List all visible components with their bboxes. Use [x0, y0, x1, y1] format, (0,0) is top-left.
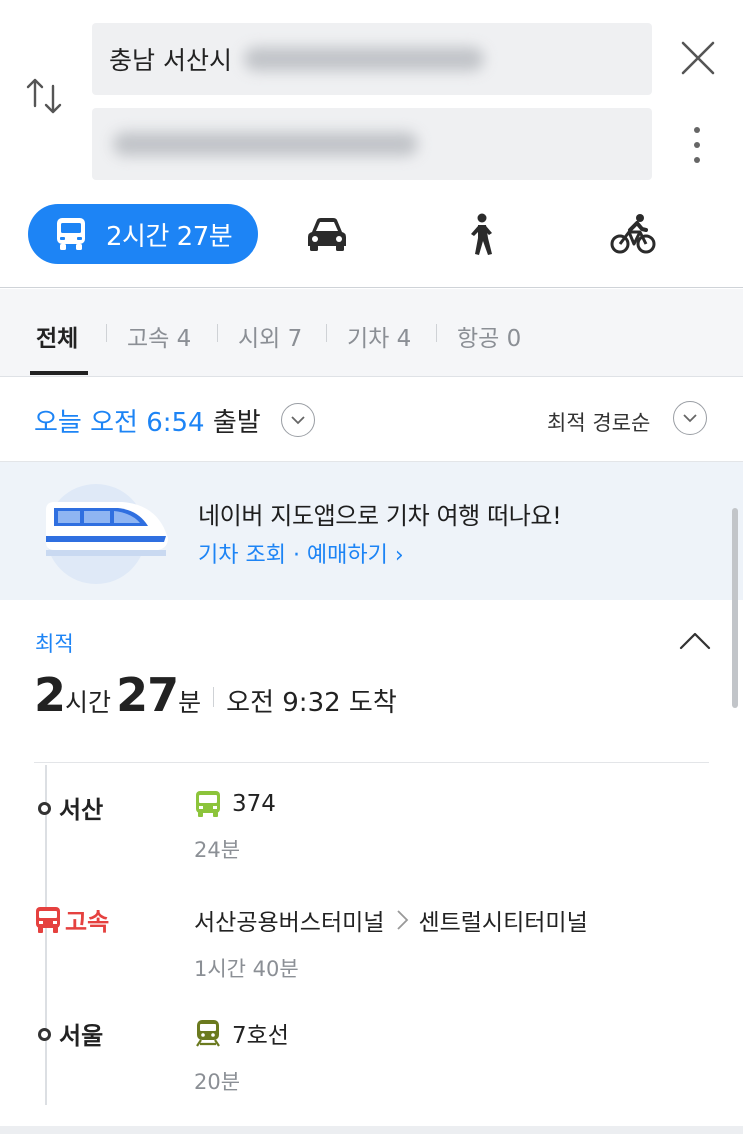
destination-field[interactable] [92, 108, 652, 180]
sort-dropdown-button[interactable] [673, 401, 707, 435]
tab-train[interactable]: 기차 4 [347, 319, 411, 353]
leg-duration: 1시간 40분 [194, 957, 299, 981]
leg-duration: 24분 [194, 838, 241, 862]
bottom-divider [0, 1126, 743, 1134]
scrollbar[interactable] [732, 508, 738, 708]
chevron-down-icon [291, 415, 305, 424]
route-card[interactable]: 최적 2시간 27분 오전 9:32 도착 서산 374 24분 고속 서산공용… [0, 600, 743, 1134]
route-search-header: 충남 서산시 2시간 27분 [0, 0, 743, 288]
tab-divider [326, 324, 327, 342]
tab-divider [436, 324, 437, 342]
duration-divider [213, 687, 215, 707]
duration-minutes: 27 [116, 668, 179, 722]
redacted-address [243, 47, 484, 71]
duration-minutes-unit: 분 [178, 688, 202, 717]
stop-express: 고속 [35, 902, 109, 937]
tab-divider [106, 324, 107, 342]
bus-icon [196, 791, 220, 817]
banner-title: 네이버 지도앱으로 기차 여행 떠나요! [198, 502, 562, 530]
stop-origin: 서산 [38, 790, 103, 825]
transport-mode-selector: 2시간 27분 [0, 200, 743, 270]
transit-mode-button[interactable]: 2시간 27분 [28, 204, 258, 264]
train-promo-banner[interactable]: 네이버 지도앱으로 기차 여행 떠나요! 기차 조회 · 예매하기 › [0, 462, 743, 600]
bus-icon [57, 218, 85, 250]
departure-options: 오늘 오전 6:54 출발 최적 경로순 [0, 378, 743, 462]
departure-suffix: 출발 [212, 408, 261, 438]
stop-label: 고속 [65, 908, 110, 936]
leg-duration: 20분 [194, 1070, 241, 1094]
origin-field[interactable]: 충남 서산시 [92, 23, 652, 95]
route-duration: 2시간 27분 오전 9:32 도착 [34, 668, 397, 722]
route-divider [34, 762, 709, 763]
stop-label: 서울 [59, 1022, 104, 1050]
tab-divider [217, 324, 218, 342]
transit-duration-label: 2시간 27분 [106, 221, 233, 252]
more-options-icon[interactable] [682, 122, 712, 168]
best-route-badge: 최적 [35, 632, 74, 656]
chevron-up-icon[interactable] [678, 630, 712, 654]
leg-express-bus[interactable]: 서산공용버스터미널 센트럴시티터미널 1시간 40분 [194, 903, 588, 983]
origin-text: 충남 서산시 [109, 46, 232, 75]
sort-order-label[interactable]: 최적 경로순 [547, 407, 650, 437]
departure-time-selector[interactable]: 오늘 오전 6:54 출발 [34, 402, 261, 439]
leg-subway[interactable]: 7호선 20분 [194, 1016, 289, 1096]
stop-dot-icon [38, 802, 51, 815]
tab-flight[interactable]: 항공 0 [457, 319, 521, 353]
bicycle-icon[interactable] [610, 212, 656, 256]
swap-icon[interactable] [24, 74, 66, 118]
duration-hours: 2 [34, 668, 66, 722]
tab-all[interactable]: 전체 [36, 319, 78, 353]
stop-dot-icon [38, 1028, 51, 1041]
stop-destination: 서울 [38, 1016, 103, 1051]
walk-icon[interactable] [458, 212, 504, 256]
arrival-time: 오전 9:32 도착 [226, 688, 397, 718]
subway-line: 7호선 [232, 1023, 289, 1049]
chevron-right-icon [397, 910, 409, 930]
subway-icon [196, 1020, 220, 1047]
express-bus-icon [36, 907, 60, 933]
close-icon[interactable] [676, 36, 720, 80]
arrival-terminal: 센트럴시티터미널 [418, 910, 588, 936]
train-illustration [46, 484, 168, 584]
chevron-down-icon [683, 413, 697, 422]
tab-express-bus[interactable]: 고속 4 [127, 319, 191, 353]
route-category-tabs: 전체 고속 4 시외 7 기차 4 항공 0 [0, 289, 743, 377]
tab-intercity-bus[interactable]: 시외 7 [238, 319, 302, 353]
active-tab-indicator [30, 371, 88, 375]
stop-label: 서산 [59, 796, 104, 824]
duration-hours-unit: 시간 [65, 688, 112, 717]
bus-number: 374 [232, 791, 276, 817]
departure-terminal: 서산공용버스터미널 [194, 910, 385, 936]
leg-bus[interactable]: 374 24분 [194, 790, 276, 864]
train-booking-link[interactable]: 기차 조회 · 예매하기 › [198, 537, 404, 569]
departure-dropdown-button[interactable] [281, 403, 315, 437]
departure-time: 오늘 오전 6:54 [34, 408, 205, 438]
redacted-address [113, 132, 418, 156]
car-icon[interactable] [304, 212, 350, 256]
